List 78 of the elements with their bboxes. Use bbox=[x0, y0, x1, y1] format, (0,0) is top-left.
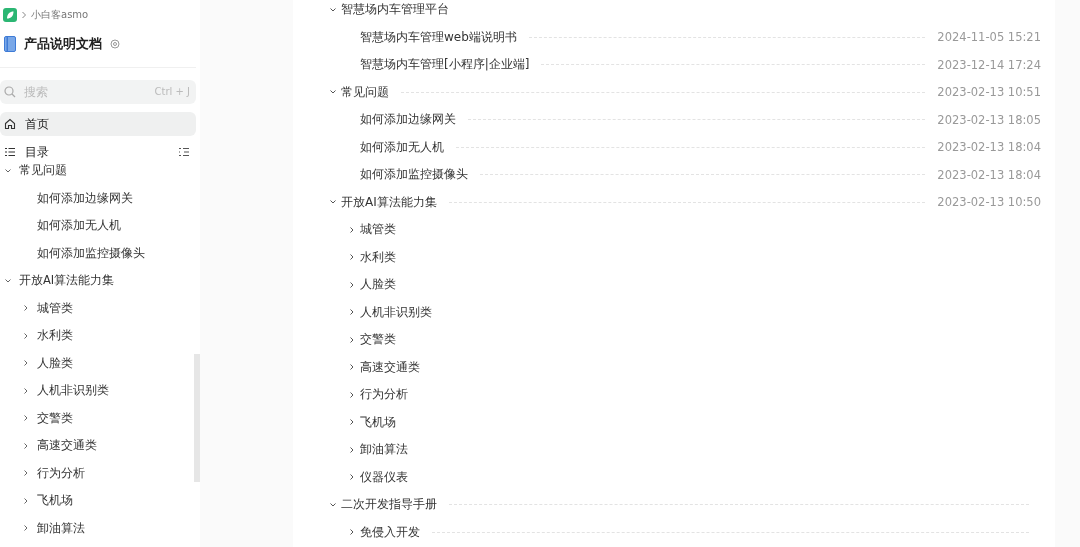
doc-link[interactable]: 人机非识别类 bbox=[360, 303, 432, 321]
doc-link[interactable]: 高速交通类 bbox=[360, 358, 420, 376]
chevron-right-icon[interactable] bbox=[348, 280, 356, 289]
tree-item[interactable]: 交警类 bbox=[37, 410, 73, 426]
chevron-right-icon[interactable] bbox=[22, 414, 30, 423]
tree-item[interactable]: 高速交通类 bbox=[37, 438, 97, 454]
chevron-right-icon[interactable] bbox=[348, 253, 356, 262]
doc-link[interactable]: 飞机场 bbox=[360, 413, 396, 431]
tree-item[interactable]: 常见问题 bbox=[19, 164, 67, 179]
chevron-right-icon[interactable] bbox=[348, 445, 356, 454]
chevron-right-icon[interactable] bbox=[348, 225, 356, 234]
settings-icon[interactable] bbox=[110, 39, 120, 49]
doc-link[interactable]: 智慧场内车管理平台 bbox=[341, 1, 449, 19]
tree-item[interactable]: 如何添加监控摄像头 bbox=[37, 245, 145, 261]
home-icon bbox=[4, 118, 16, 130]
doc-link[interactable]: 如何添加边缘网关 bbox=[360, 111, 456, 129]
list-icon bbox=[4, 146, 16, 158]
updated-time: 2023-02-13 18:04 bbox=[937, 140, 1041, 155]
updated-time: 2023-02-13 18:05 bbox=[937, 112, 1041, 127]
doc-link[interactable]: 如何添加无人机 bbox=[360, 138, 444, 156]
chevron-right-icon[interactable] bbox=[22, 496, 30, 505]
search-icon bbox=[4, 86, 16, 98]
tree-item[interactable]: 人机非识别类 bbox=[37, 383, 109, 399]
chevron-down-icon[interactable] bbox=[4, 166, 12, 175]
tree-item[interactable]: 城管类 bbox=[37, 300, 73, 316]
chevron-right-icon[interactable] bbox=[22, 441, 30, 450]
updated-time: 2023-02-13 10:51 bbox=[937, 85, 1041, 100]
book-icon bbox=[4, 36, 16, 52]
chevron-right-icon[interactable] bbox=[348, 390, 356, 399]
doc-link[interactable]: 城管类 bbox=[360, 221, 396, 239]
doc-link[interactable]: 卸油算法 bbox=[360, 441, 408, 459]
chevron-right-icon[interactable] bbox=[348, 363, 356, 372]
chevron-right-icon[interactable] bbox=[348, 528, 356, 537]
chevron-right-icon[interactable] bbox=[22, 331, 30, 340]
doc-link[interactable]: 智慧场内车管理web端说明书 bbox=[360, 28, 517, 46]
nav-item[interactable]: 目录 bbox=[0, 140, 196, 164]
tree-item[interactable]: 水利类 bbox=[37, 328, 73, 344]
tree-item[interactable]: 飞机场 bbox=[37, 493, 73, 509]
outline-toggle-icon[interactable] bbox=[178, 146, 190, 158]
chevron-right-icon[interactable] bbox=[22, 386, 30, 395]
doc-link[interactable]: 免侵入开发 bbox=[360, 523, 420, 541]
updated-time: 2024-11-05 15:21 bbox=[937, 30, 1041, 45]
doc-link[interactable]: 开放AI算法能力集 bbox=[341, 193, 437, 211]
chevron-right-icon[interactable] bbox=[348, 308, 356, 317]
updated-time: 2023-02-13 10:50 bbox=[937, 195, 1041, 210]
chevron-right-icon[interactable] bbox=[348, 335, 356, 344]
logo-icon bbox=[3, 8, 17, 22]
knowledge-base-title: 产品说明文档 bbox=[24, 35, 102, 53]
tree-item[interactable]: 如何添加无人机 bbox=[37, 218, 121, 234]
tree-item[interactable]: 开放AI算法能力集 bbox=[19, 273, 115, 289]
tree-item[interactable]: 行为分析 bbox=[37, 465, 85, 481]
doc-link[interactable]: 仪器仪表 bbox=[360, 468, 408, 486]
doc-link[interactable]: 如何添加监控摄像头 bbox=[360, 166, 468, 184]
chevron-icon bbox=[21, 11, 27, 19]
chevron-right-icon[interactable] bbox=[22, 304, 30, 313]
chevron-right-icon[interactable] bbox=[348, 473, 356, 482]
updated-time: 2023-12-14 17:24 bbox=[937, 57, 1041, 72]
doc-link[interactable]: 行为分析 bbox=[360, 386, 408, 404]
chevron-down-icon[interactable] bbox=[329, 5, 337, 14]
tree-item[interactable]: 如何添加边缘网关 bbox=[37, 190, 133, 206]
nav-item[interactable]: 首页 bbox=[0, 112, 196, 136]
chevron-right-icon[interactable] bbox=[22, 359, 30, 368]
doc-link[interactable]: 二次开发指导手册 bbox=[341, 496, 437, 514]
doc-link[interactable]: 智慧场内车管理[小程序|企业端] bbox=[360, 56, 530, 74]
doc-link[interactable]: 水利类 bbox=[360, 248, 396, 266]
chevron-right-icon[interactable] bbox=[348, 418, 356, 427]
updated-time: 2023-02-13 18:04 bbox=[937, 167, 1041, 182]
chevron-down-icon[interactable] bbox=[4, 276, 12, 285]
doc-link[interactable]: 人脸类 bbox=[360, 276, 396, 294]
chevron-right-icon[interactable] bbox=[22, 469, 30, 478]
breadcrumb-link[interactable]: 小白客asmo bbox=[31, 8, 89, 22]
chevron-down-icon[interactable] bbox=[329, 500, 337, 509]
doc-link[interactable]: 常见问题 bbox=[341, 83, 389, 101]
tree-item[interactable]: 人脸类 bbox=[37, 355, 73, 371]
chevron-right-icon[interactable] bbox=[22, 524, 30, 533]
doc-link[interactable]: 交警类 bbox=[360, 331, 396, 349]
scrollbar-thumb[interactable] bbox=[194, 354, 200, 482]
tree-item[interactable]: 卸油算法 bbox=[37, 520, 85, 536]
